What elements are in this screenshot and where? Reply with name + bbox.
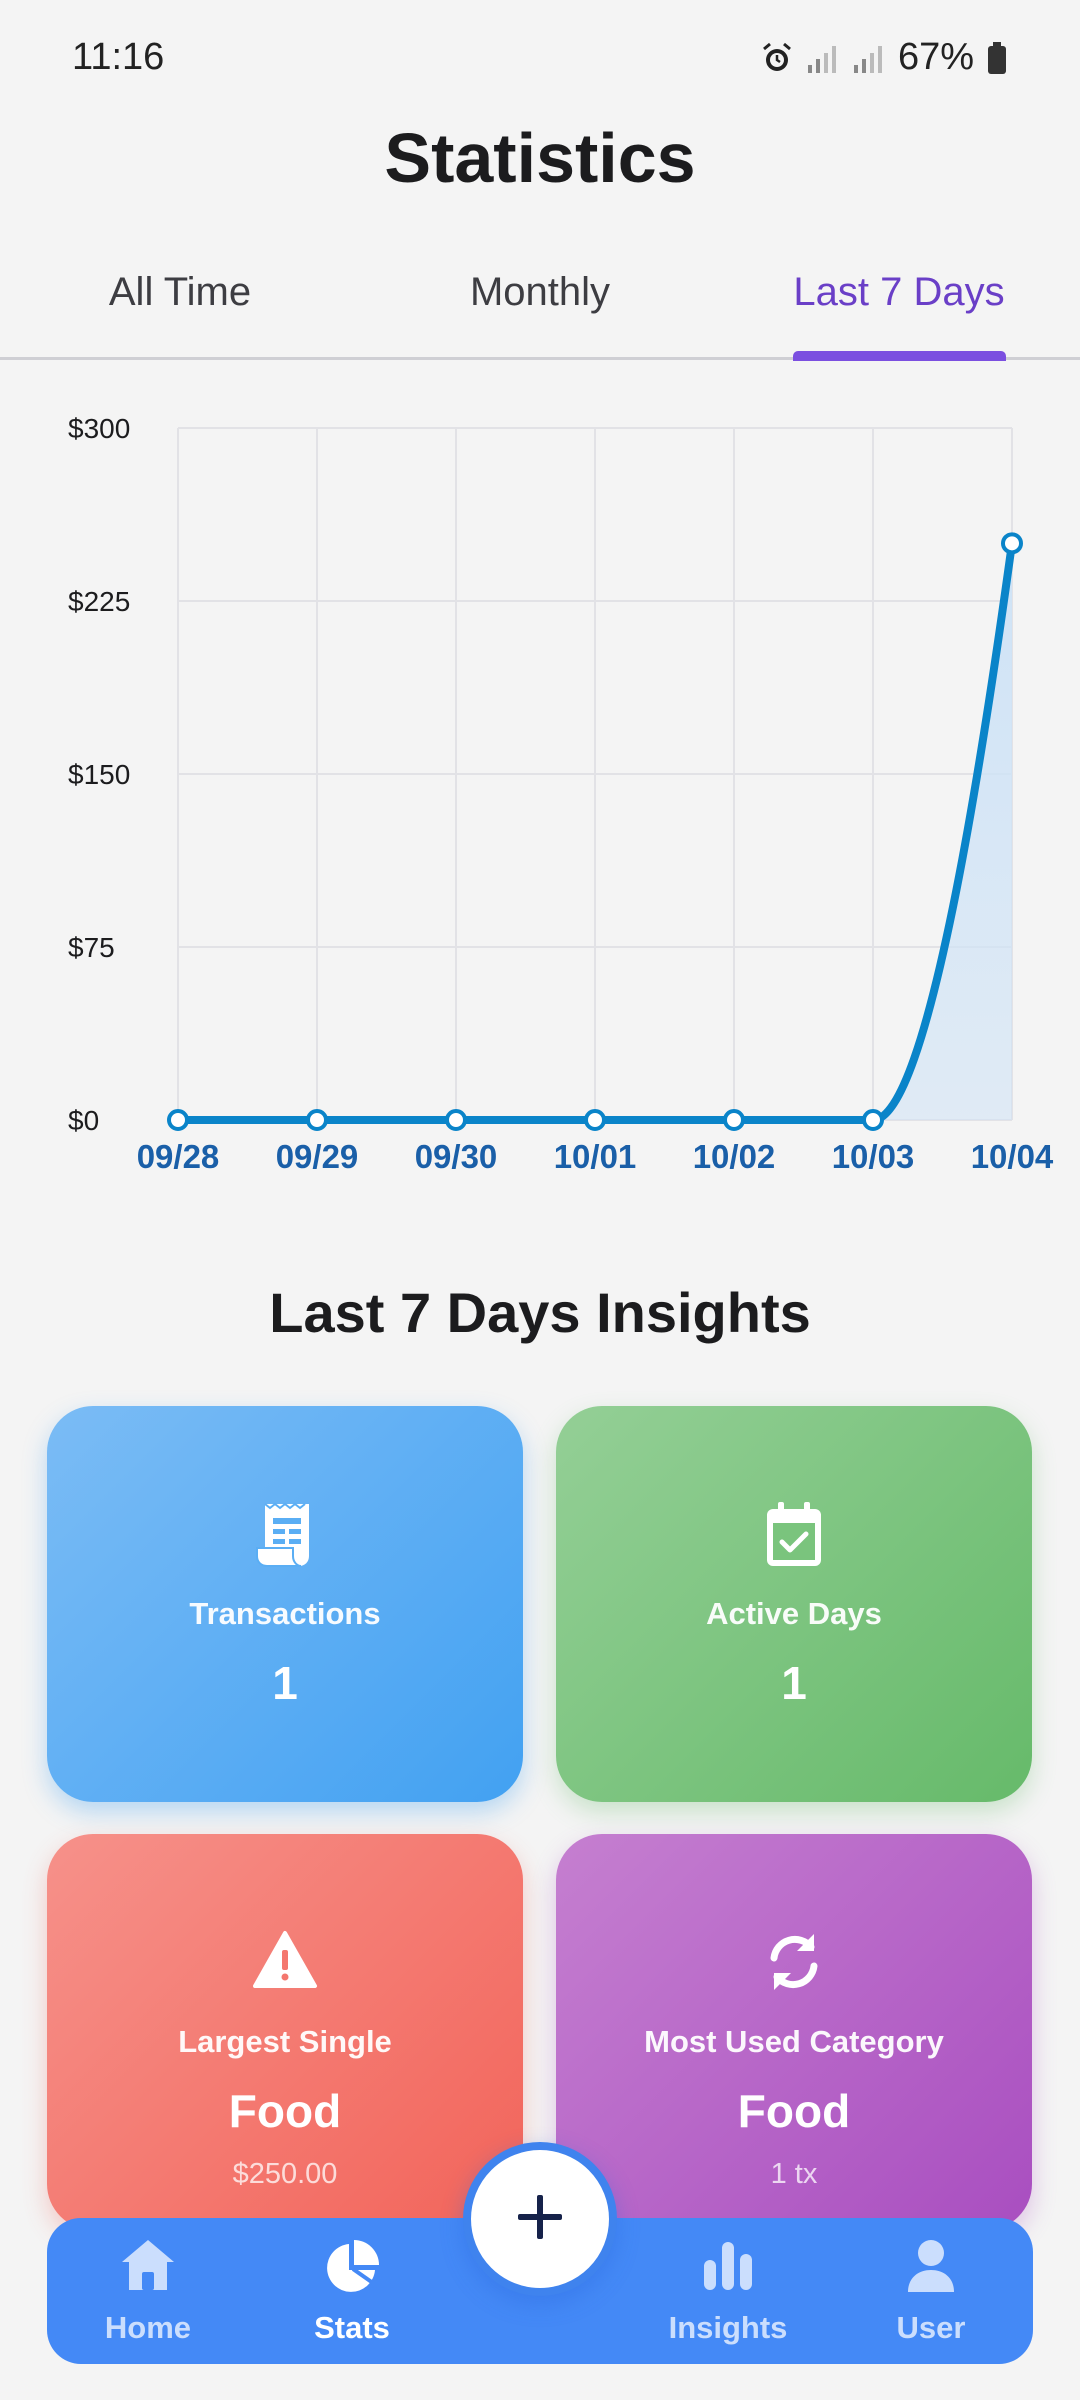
- nav-insights[interactable]: Insights: [648, 2218, 808, 2364]
- plus-icon: [516, 2193, 564, 2246]
- chart-data-point: [862, 1109, 884, 1131]
- chart-data-point: [584, 1109, 606, 1131]
- transactions-value: 1: [272, 1657, 298, 1709]
- chart-svg: $0 $75 $150 $225 $300 09/28 09/29 09/30 10/01 10/…: [68, 413, 1054, 1175]
- largest-single-label: Largest Single: [178, 2024, 392, 2059]
- signal-icon: [806, 41, 840, 75]
- bar-chart-icon: [648, 2238, 808, 2298]
- nav-user[interactable]: User: [851, 2218, 1011, 2364]
- largest-single-card[interactable]: Largest Single Food $250.00: [47, 1834, 523, 2230]
- x-tick-label: 09/30: [415, 1138, 498, 1175]
- x-tick-label: 10/03: [832, 1138, 915, 1175]
- x-tick-label: 10/02: [693, 1138, 776, 1175]
- alarm-icon: [760, 41, 794, 75]
- active-days-card[interactable]: Active Days 1: [556, 1406, 1032, 1802]
- most-used-category-label: Most Used Category: [644, 2024, 944, 2059]
- largest-single-value: Food: [228, 2085, 342, 2137]
- x-tick-label: 09/28: [137, 1138, 220, 1175]
- x-tick-label: 10/01: [554, 1138, 637, 1175]
- nav-user-label: User: [896, 2310, 966, 2345]
- transactions-card[interactable]: Transactions 1: [47, 1406, 523, 1802]
- y-tick-label: $300: [68, 413, 130, 444]
- nav-stats-label: Stats: [314, 2310, 390, 2345]
- chart-data-point: [1001, 532, 1023, 555]
- battery-percent: 67%: [897, 36, 974, 78]
- largest-single-amount: $250.00: [232, 2158, 338, 2190]
- calendar-check-icon: [556, 1502, 1032, 1574]
- status-icons: 67%: [760, 36, 1008, 79]
- nav-home-label: Home: [104, 2310, 192, 2345]
- insights-title: Last 7 Days Insights: [269, 1281, 811, 1344]
- active-days-value: 1: [781, 1657, 807, 1709]
- status-bar: 11:16 67%: [0, 0, 1080, 120]
- y-tick-label: $225: [68, 586, 130, 617]
- chart-data-point: [445, 1109, 467, 1131]
- transactions-label: Transactions: [189, 1596, 381, 1631]
- x-tick-label: 09/29: [276, 1138, 359, 1175]
- most-used-category-value: Food: [737, 2085, 851, 2137]
- refresh-icon: [556, 1930, 1032, 2002]
- nav-insights-label: Insights: [668, 2310, 788, 2345]
- status-time: 11:16: [72, 36, 165, 78]
- nav-home[interactable]: Home: [68, 2218, 228, 2364]
- tab-active-indicator: [793, 351, 1006, 361]
- nav-stats[interactable]: Stats: [272, 2218, 432, 2364]
- warning-icon: [47, 1930, 523, 2002]
- tab-all-time[interactable]: All Time: [109, 270, 251, 315]
- battery-icon: [986, 41, 1008, 75]
- signal-icon: [852, 41, 886, 75]
- tab-last-7-days[interactable]: Last 7 Days: [793, 270, 1004, 315]
- receipt-icon: [47, 1502, 523, 1574]
- most-used-category-card[interactable]: Most Used Category Food 1 tx: [556, 1834, 1032, 2230]
- active-days-label: Active Days: [706, 1596, 882, 1631]
- tab-monthly[interactable]: Monthly: [470, 270, 610, 315]
- add-transaction-button[interactable]: [463, 2142, 617, 2296]
- tab-bar: All Time Monthly Last 7 Days: [0, 240, 1080, 361]
- chart-data-point: [167, 1109, 189, 1131]
- spending-chart: $0 $75 $150 $225 $300 09/28 09/29 09/30 10/01 10/…: [0, 380, 1080, 1210]
- most-used-category-count: 1 tx: [770, 2158, 818, 2190]
- page-title: Statistics: [384, 119, 696, 197]
- home-icon: [68, 2238, 228, 2298]
- pie-chart-icon: [272, 2238, 432, 2298]
- y-tick-label: $0: [68, 1105, 99, 1136]
- y-tick-label: $150: [68, 759, 130, 790]
- y-tick-label: $75: [68, 932, 115, 963]
- x-tick-label: 10/04: [971, 1138, 1054, 1175]
- chart-data-point: [723, 1109, 745, 1131]
- user-icon: [851, 2238, 1011, 2298]
- chart-data-point: [306, 1109, 328, 1131]
